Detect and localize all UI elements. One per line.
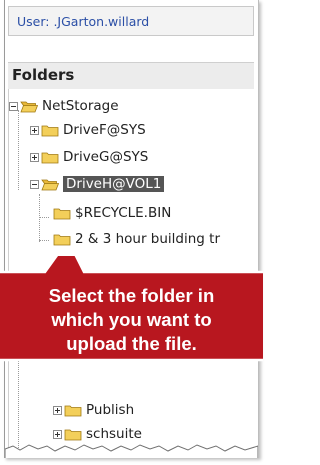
folders-heading: Folders <box>8 62 254 89</box>
expand-toggle-icon[interactable] <box>30 125 39 135</box>
tree-item-label: Publish <box>86 402 135 418</box>
tree-item-driveh[interactable]: DriveH@VOL1 <box>30 174 165 194</box>
tree-item-label: DriveF@SYS <box>63 122 146 138</box>
folders-title: Folders <box>12 66 75 84</box>
tree-item-netstorage[interactable]: NetStorage <box>9 96 119 116</box>
folder-open-icon <box>41 179 59 190</box>
expand-toggle-icon[interactable] <box>53 405 62 415</box>
tree-item-label: NetStorage <box>42 98 119 114</box>
folder-icon <box>41 125 59 136</box>
netstorage-window: User: .JGarton.willard Folders NetStorag… <box>4 0 259 458</box>
user-label: User: .JGarton.willard <box>17 14 150 29</box>
tree-item-label: $RECYCLE.BIN <box>75 205 172 221</box>
tree-item-label: DriveG@SYS <box>63 149 149 165</box>
tree-item-label-selected: DriveH@VOL1 <box>63 176 165 192</box>
folder-icon <box>53 234 71 245</box>
tree-item-recycle-bin[interactable]: $RECYCLE.BIN <box>53 203 171 223</box>
folder-open-icon <box>20 101 38 112</box>
folder-icon <box>64 429 82 440</box>
tree-item-publish[interactable]: Publish <box>53 400 134 420</box>
expand-toggle-icon[interactable] <box>30 152 39 162</box>
callout-text: Select the folder in which you want to u… <box>0 284 263 356</box>
expand-toggle-icon[interactable] <box>53 429 62 439</box>
instruction-callout: Select the folder in which you want to u… <box>0 256 263 366</box>
tree-item-drivef[interactable]: DriveF@SYS <box>30 120 146 140</box>
folder-icon <box>64 405 82 416</box>
user-bar: User: .JGarton.willard <box>8 6 254 36</box>
torn-edge <box>5 444 258 458</box>
folder-icon <box>53 208 71 219</box>
tree-item-label: 2 & 3 hour building tr <box>75 231 220 247</box>
tree-item-building-training[interactable]: 2 & 3 hour building tr <box>53 229 220 249</box>
tree-item-driveg[interactable]: DriveG@SYS <box>30 147 148 167</box>
collapse-toggle-icon[interactable] <box>9 101 18 111</box>
callout-line-2: which you want to <box>51 309 212 330</box>
folder-icon <box>41 152 59 163</box>
collapse-toggle-icon[interactable] <box>30 179 39 189</box>
callout-line-1: Select the folder in <box>48 285 215 306</box>
callout-line-3: upload the file. <box>66 333 197 354</box>
